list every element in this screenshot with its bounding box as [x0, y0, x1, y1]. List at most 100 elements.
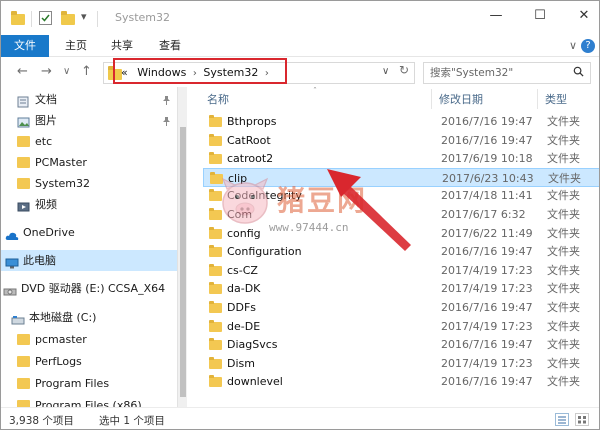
- file-row[interactable]: DDFs 2016/7/16 19:47 文件夹: [203, 298, 599, 317]
- sidebar-item[interactable]: 视频: [1, 194, 177, 215]
- onedrive-icon: [5, 227, 19, 240]
- file-type: 文件夹: [547, 301, 580, 314]
- tab-home[interactable]: 主页: [65, 35, 87, 57]
- column-header-name[interactable]: 名称: [207, 91, 229, 107]
- sidebar-item[interactable]: Program Files (x86): [1, 395, 177, 407]
- folder-icon: [209, 320, 222, 332]
- folder-icon: [209, 245, 222, 257]
- pin-icon[interactable]: [162, 114, 171, 131]
- forward-button[interactable]: →: [41, 64, 52, 79]
- file-name: cs-CZ: [227, 264, 258, 277]
- quick-access-dropdown-icon[interactable]: ▾: [81, 10, 87, 23]
- sidebar-item-label: 视频: [35, 198, 57, 211]
- sidebar-item[interactable]: 本地磁盘 (C:): [1, 307, 177, 328]
- file-type: 文件夹: [547, 152, 580, 165]
- file-type: 文件夹: [547, 264, 580, 277]
- search-icon[interactable]: [573, 66, 584, 77]
- ribbon-expand-icon[interactable]: ∨: [569, 39, 577, 52]
- scrollbar-thumb[interactable]: [180, 127, 186, 397]
- folder-icon: [209, 375, 222, 387]
- folder-icon: [209, 338, 222, 350]
- sidebar-item-label: PerfLogs: [35, 355, 82, 368]
- sidebar-item[interactable]: System32: [1, 173, 177, 194]
- sidebar-item-label: pcmaster: [35, 333, 87, 346]
- selection-count: 选中 1 个项目: [99, 415, 165, 427]
- navigation-pane-scrollbar[interactable]: [177, 87, 187, 407]
- sidebar-item[interactable]: Program Files: [1, 373, 177, 394]
- file-name: de-DE: [227, 320, 261, 333]
- sidebar-item-label: Program Files: [35, 377, 110, 390]
- sidebar-item[interactable]: 此电脑: [1, 250, 177, 271]
- folder-icon[interactable]: [11, 11, 25, 25]
- refresh-button[interactable]: ↻: [399, 63, 409, 77]
- folder-icon: [17, 157, 30, 168]
- separator: [97, 11, 98, 27]
- details-view-button[interactable]: [555, 413, 569, 426]
- watermark-url: www.97444.cn: [269, 221, 349, 234]
- sidebar-item[interactable]: etc: [1, 131, 177, 152]
- sidebar-item-label: Program Files (x86): [35, 399, 142, 407]
- file-row[interactable]: DiagSvcs 2016/7/16 19:47 文件夹: [203, 335, 599, 354]
- minimize-button[interactable]: —: [485, 7, 507, 25]
- tab-view[interactable]: 查看: [159, 35, 181, 57]
- sidebar-item-label: DVD 驱动器 (E:) CCSA_X64: [21, 282, 166, 295]
- sidebar-item[interactable]: pcmaster: [1, 329, 177, 350]
- column-separator[interactable]: [431, 89, 432, 109]
- sidebar-item[interactable]: DVD 驱动器 (E:) CCSA_X64: [1, 278, 177, 299]
- file-type: 文件夹: [547, 357, 580, 370]
- large-icons-view-button[interactable]: [575, 413, 589, 426]
- title-bar: ▾ System32 — ☐ ✕: [1, 1, 599, 35]
- search-box[interactable]: [423, 62, 591, 84]
- file-row[interactable]: Bthprops 2016/7/16 19:47 文件夹: [203, 112, 599, 131]
- folder-icon: [209, 282, 222, 294]
- help-icon[interactable]: ?: [581, 39, 595, 53]
- new-folder-icon[interactable]: [61, 11, 75, 25]
- file-row[interactable]: de-DE 2017/4/19 17:23 文件夹: [203, 317, 599, 336]
- tab-file[interactable]: 文件: [1, 35, 49, 57]
- close-button[interactable]: ✕: [573, 7, 595, 25]
- status-bar: 3,938 个项目 选中 1 个项目: [1, 407, 599, 429]
- file-row[interactable]: downlevel 2016/7/16 19:47 文件夹: [203, 372, 599, 391]
- back-button[interactable]: ←: [17, 64, 28, 79]
- sidebar-item[interactable]: OneDrive: [1, 222, 177, 243]
- file-row[interactable]: CatRoot 2016/7/16 19:47 文件夹: [203, 131, 599, 150]
- local-disk-icon: [11, 312, 25, 325]
- file-name: CatRoot: [227, 134, 271, 147]
- up-button[interactable]: ↑: [81, 64, 92, 79]
- address-dropdown-icon[interactable]: ∨: [382, 66, 389, 77]
- folder-icon: [209, 134, 222, 146]
- file-type: 文件夹: [547, 320, 580, 333]
- file-name: Dism: [227, 357, 255, 370]
- sidebar-item-label: etc: [35, 135, 53, 148]
- pin-icon[interactable]: [162, 93, 171, 110]
- sidebar-item[interactable]: 文档: [1, 89, 177, 110]
- address-highlight-box: [113, 58, 287, 84]
- videos-icon: [17, 199, 30, 212]
- column-header-date[interactable]: 修改日期: [439, 91, 483, 107]
- file-date: 2017/6/17 6:32: [441, 208, 526, 221]
- tab-share[interactable]: 共享: [111, 35, 133, 57]
- folder-icon: [17, 136, 30, 147]
- file-name: DDFs: [227, 301, 256, 314]
- file-name: Bthprops: [227, 115, 277, 128]
- sidebar-item-label: System32: [35, 177, 91, 190]
- folder-icon: [209, 357, 222, 369]
- sidebar-item[interactable]: 图片: [1, 110, 177, 131]
- file-row[interactable]: catroot2 2017/6/19 10:18 文件夹: [203, 149, 599, 168]
- file-row[interactable]: Dism 2017/4/19 17:23 文件夹: [203, 354, 599, 373]
- file-type: 文件夹: [547, 208, 580, 221]
- column-separator[interactable]: [537, 89, 538, 109]
- column-header-type[interactable]: 类型: [545, 91, 567, 107]
- properties-icon[interactable]: [39, 11, 52, 25]
- pictures-icon: [17, 115, 30, 128]
- recent-locations-button[interactable]: ∨: [63, 66, 70, 77]
- file-row[interactable]: da-DK 2017/4/19 17:23 文件夹: [203, 279, 599, 298]
- file-row[interactable]: cs-CZ 2017/4/19 17:23 文件夹: [203, 261, 599, 280]
- watermark-brand: 猪豆网: [277, 184, 368, 217]
- search-input[interactable]: [430, 66, 570, 80]
- maximize-button[interactable]: ☐: [529, 7, 551, 25]
- file-date: 2017/4/19 17:23: [441, 320, 533, 333]
- sidebar-item[interactable]: PerfLogs: [1, 351, 177, 372]
- sidebar-item[interactable]: PCMaster: [1, 152, 177, 173]
- file-date: 2017/4/19 17:23: [441, 264, 533, 277]
